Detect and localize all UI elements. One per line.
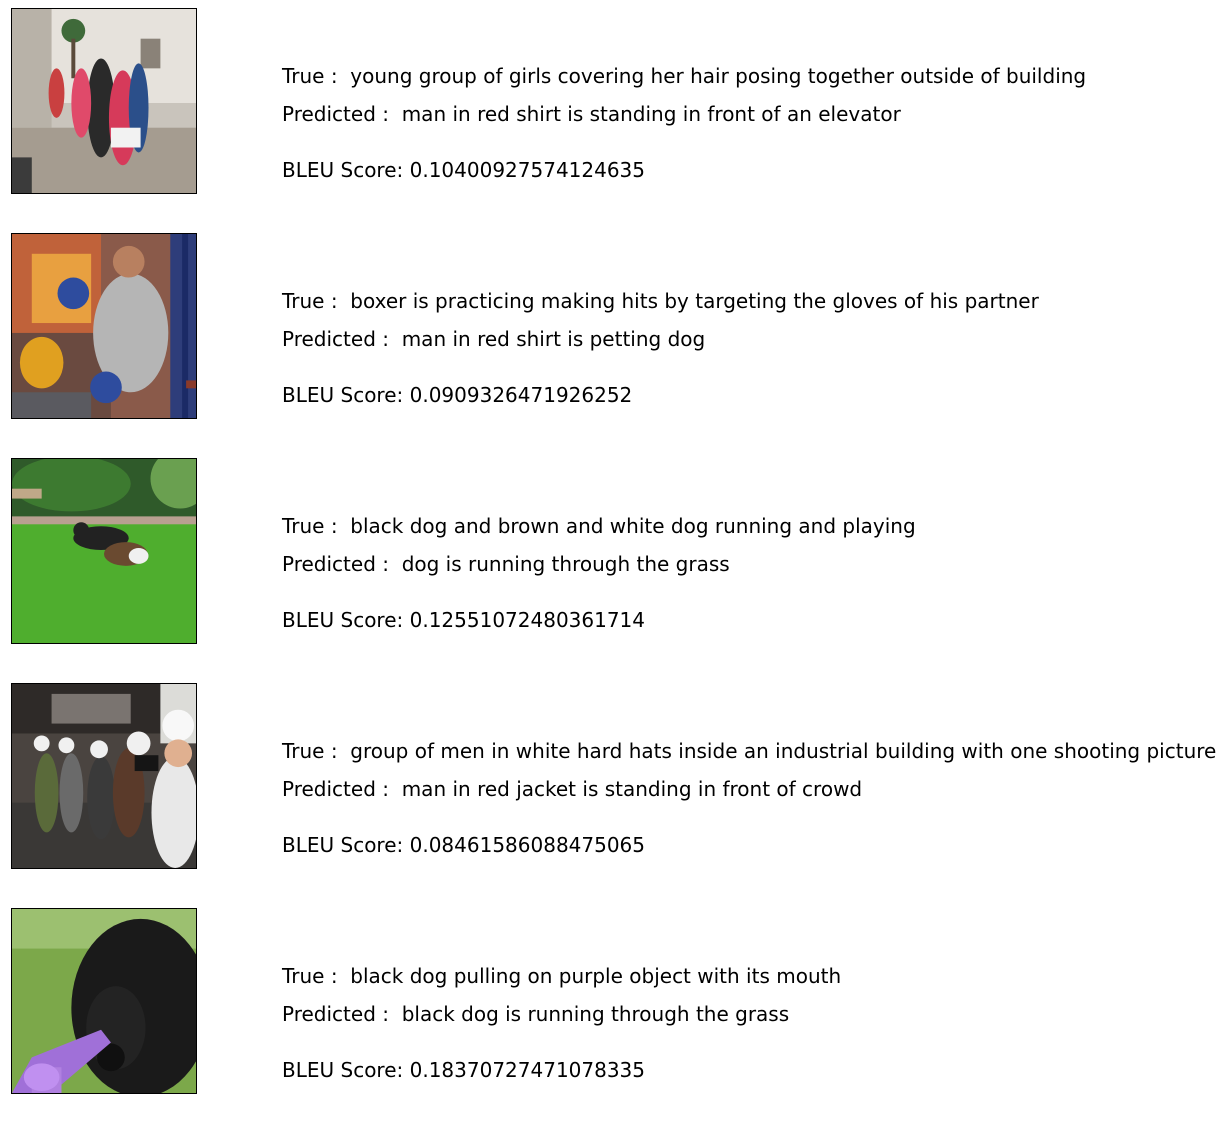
sample-row-4: True : group of men in white hard hats i…	[0, 683, 1226, 908]
predicted-label: Predicted :	[282, 102, 396, 126]
predicted-label: Predicted :	[282, 1002, 396, 1026]
sample-row-5: True : black dog pulling on purple objec…	[0, 908, 1226, 1133]
predicted-caption: man in red shirt is standing in front of…	[395, 102, 901, 126]
predicted-caption-line: Predicted : dog is running through the g…	[282, 552, 730, 576]
true-caption: black dog and brown and white dog runnin…	[343, 514, 916, 538]
sample-image-1	[11, 8, 197, 194]
true-caption-line: True : young group of girls covering her…	[282, 64, 1086, 88]
true-label: True :	[282, 289, 344, 313]
true-caption: boxer is practicing making hits by targe…	[343, 289, 1039, 313]
sample-image-2	[11, 233, 197, 419]
bleu-value: 0.12551072480361714	[409, 608, 646, 632]
true-caption-line: True : boxer is practicing making hits b…	[282, 289, 1039, 313]
predicted-label: Predicted :	[282, 327, 396, 351]
true-caption-line: True : black dog and brown and white dog…	[282, 514, 916, 538]
bleu-score-line: BLEU Score: 0.08461586088475065	[282, 833, 645, 857]
predicted-caption-line: Predicted : black dog is running through…	[282, 1002, 789, 1026]
sample-image-4	[11, 683, 197, 869]
bleu-label: BLEU Score:	[282, 608, 410, 632]
predicted-caption-line: Predicted : man in red shirt is petting …	[282, 327, 705, 351]
true-label: True :	[282, 514, 344, 538]
sample-image-3	[11, 458, 197, 644]
bleu-score-line: BLEU Score: 0.18370727471078335	[282, 1058, 645, 1082]
predicted-label: Predicted :	[282, 777, 396, 801]
bleu-value: 0.08461586088475065	[409, 833, 646, 857]
predicted-caption-line: Predicted : man in red shirt is standing…	[282, 102, 901, 126]
sample-row-2: True : boxer is practicing making hits b…	[0, 233, 1226, 458]
true-caption: young group of girls covering her hair p…	[343, 64, 1087, 88]
sample-image-5	[11, 908, 197, 1094]
bleu-label: BLEU Score:	[282, 158, 410, 182]
true-caption: black dog pulling on purple object with …	[343, 964, 842, 988]
predicted-caption-line: Predicted : man in red jacket is standin…	[282, 777, 862, 801]
true-label: True :	[282, 964, 344, 988]
bleu-score-line: BLEU Score: 0.10400927574124635	[282, 158, 645, 182]
predicted-caption: black dog is running through the grass	[395, 1002, 790, 1026]
sample-row-1: True : young group of girls covering her…	[0, 8, 1226, 233]
bleu-value: 0.10400927574124635	[409, 158, 646, 182]
predicted-caption: man in red jacket is standing in front o…	[395, 777, 863, 801]
bleu-value: 0.18370727471078335	[409, 1058, 646, 1082]
bleu-value: 0.0909326471926252	[409, 383, 633, 407]
bleu-label: BLEU Score:	[282, 833, 410, 857]
true-caption-line: True : black dog pulling on purple objec…	[282, 964, 841, 988]
true-caption: group of men in white hard hats inside a…	[343, 739, 1217, 763]
sample-row-3: True : black dog and brown and white dog…	[0, 458, 1226, 683]
true-caption-line: True : group of men in white hard hats i…	[282, 739, 1216, 763]
bleu-label: BLEU Score:	[282, 383, 410, 407]
true-label: True :	[282, 739, 344, 763]
bleu-score-line: BLEU Score: 0.0909326471926252	[282, 383, 632, 407]
predicted-label: Predicted :	[282, 552, 396, 576]
true-label: True :	[282, 64, 344, 88]
bleu-score-line: BLEU Score: 0.12551072480361714	[282, 608, 645, 632]
predicted-caption: dog is running through the grass	[395, 552, 730, 576]
predicted-caption: man in red shirt is petting dog	[395, 327, 706, 351]
bleu-label: BLEU Score:	[282, 1058, 410, 1082]
